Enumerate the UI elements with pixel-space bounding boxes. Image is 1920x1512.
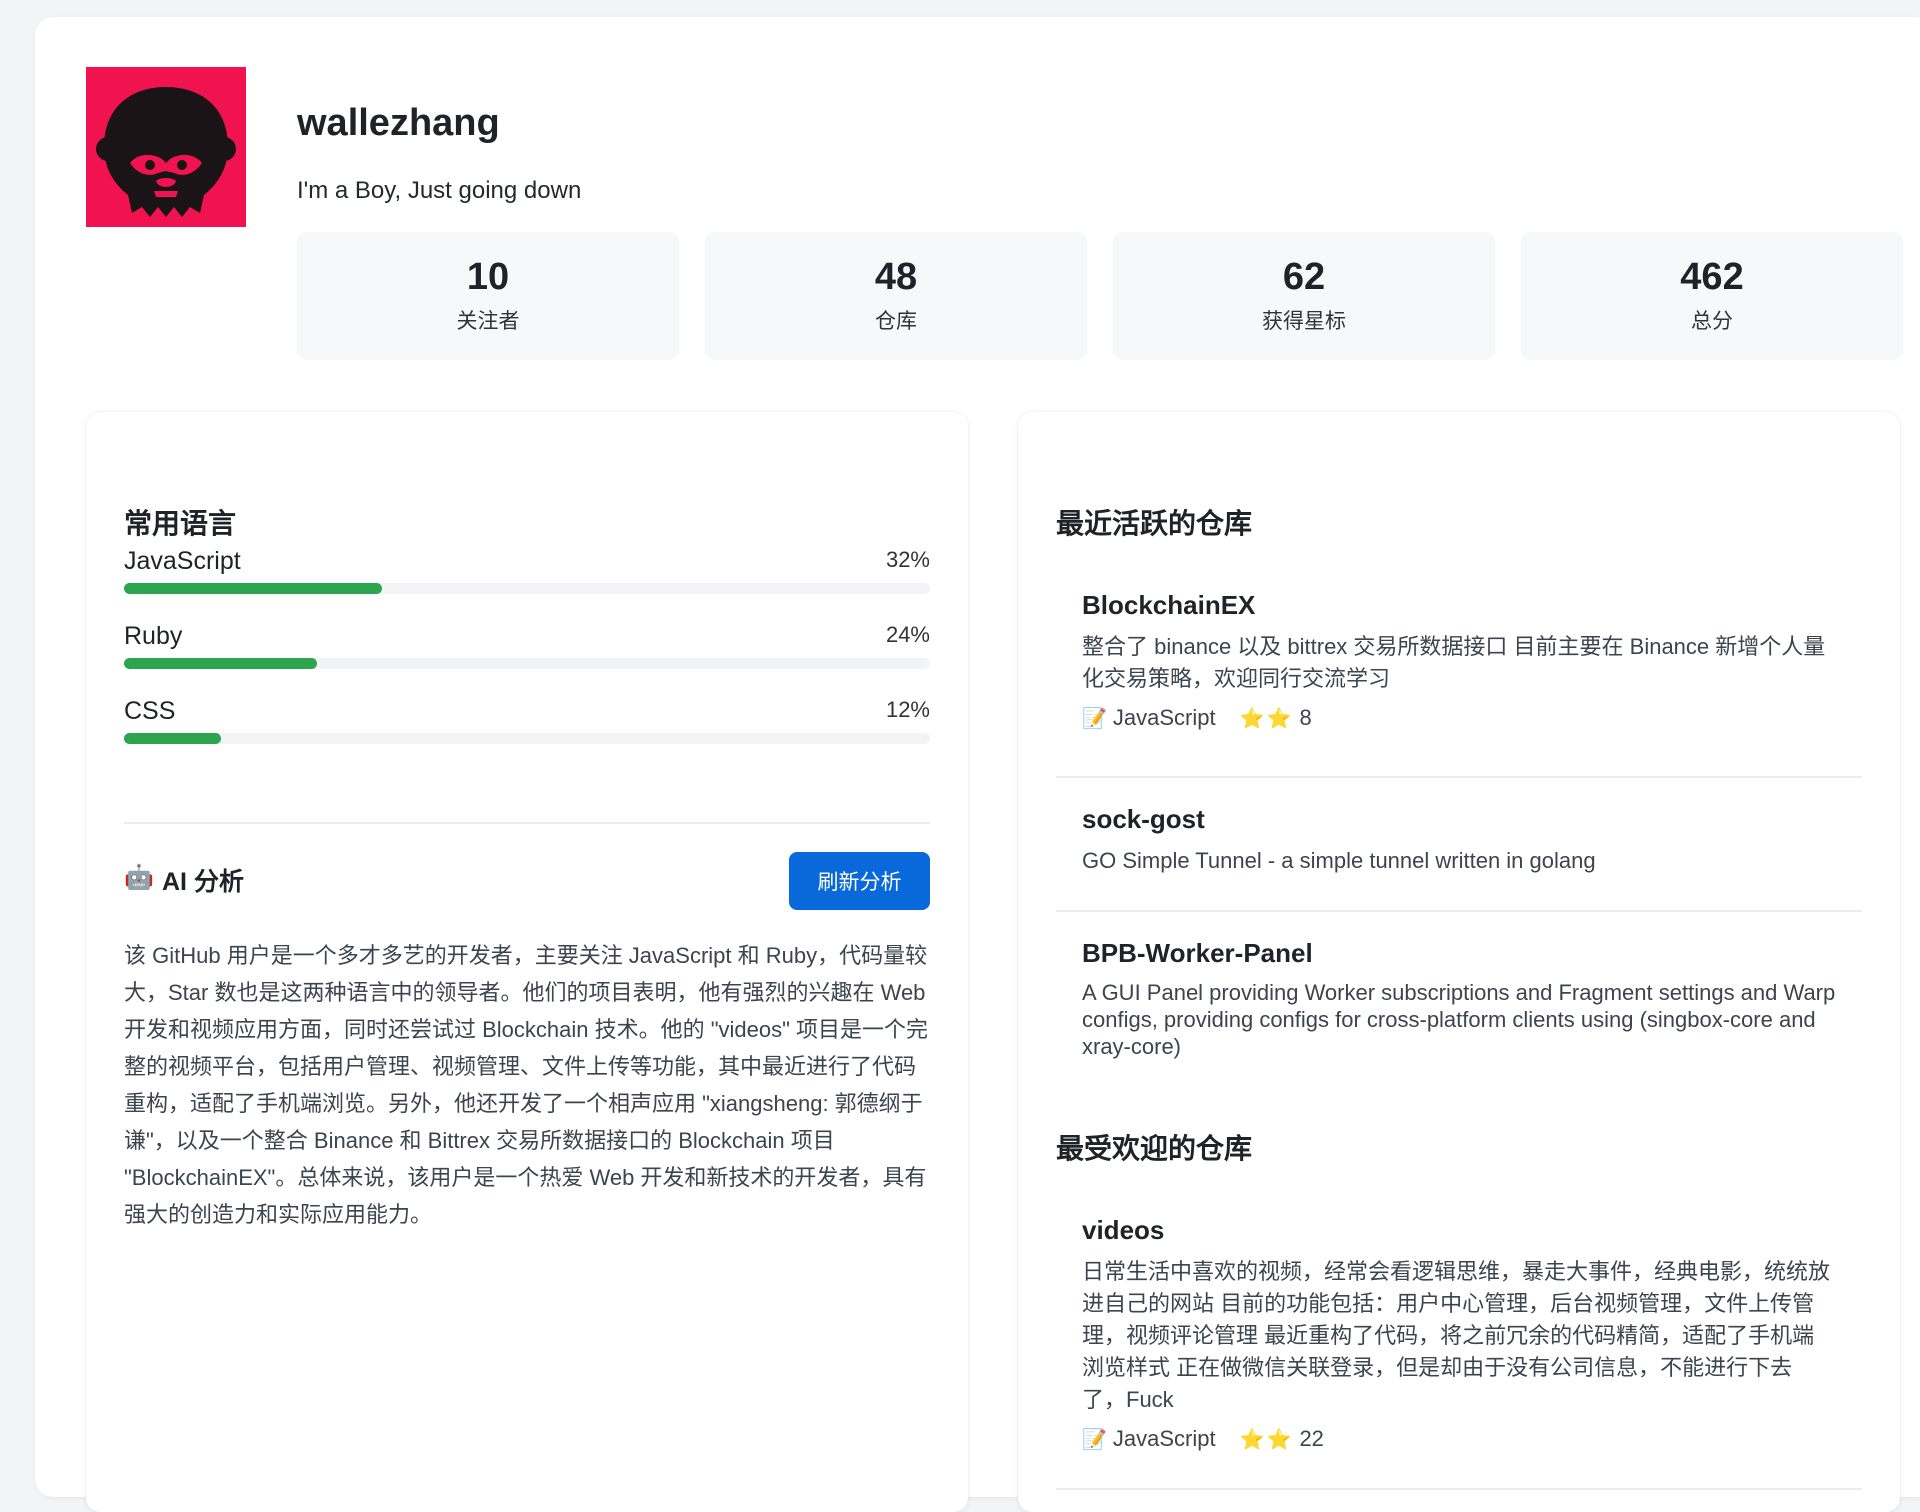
repo-meta: 📝 JavaScript ⭐⭐ 22: [1082, 1426, 1836, 1452]
language-bar-fill: [124, 658, 318, 669]
repo-star-count: 22: [1299, 1426, 1324, 1451]
stat-value: 48: [874, 256, 918, 299]
language-item: Ruby 24%: [124, 622, 930, 669]
recent-repos-title: 最近活跃的仓库: [1056, 508, 1253, 539]
username: wallezhang: [297, 102, 500, 144]
repo-item-blockchainex[interactable]: BlockchainEX 整合了 binance 以及 bittrex 交易所数…: [1056, 590, 1862, 778]
language-name: Ruby: [124, 622, 183, 650]
language-percent: 12%: [885, 697, 930, 722]
stat-repositories: 48 仓库: [705, 232, 1087, 360]
language-bar-track: [124, 658, 930, 669]
robot-icon: 🤖: [124, 864, 154, 891]
stat-value: 10: [466, 256, 510, 299]
stat-followers: 10 关注者: [297, 232, 679, 360]
stat-label: 获得星标: [1262, 309, 1346, 333]
language-item: JavaScript 32%: [124, 547, 930, 594]
repo-language: JavaScript: [1112, 705, 1216, 730]
repo-name[interactable]: videos: [1082, 1215, 1836, 1246]
stat-label: 总分: [1691, 309, 1733, 333]
repo-name[interactable]: BlockchainEX: [1082, 590, 1836, 621]
avatar[interactable]: [86, 67, 246, 227]
memo-icon: 📝: [1082, 707, 1107, 730]
repositories-card: 最近活跃的仓库 BlockchainEX 整合了 binance 以及 bitt…: [1018, 412, 1900, 1512]
repo-meta: 📝 JavaScript ⭐⭐ 8: [1082, 705, 1836, 731]
stat-stars-earned: 62 获得星标: [1113, 232, 1495, 360]
repo-description: 整合了 binance 以及 bittrex 交易所数据接口 目前主要在 Bin…: [1082, 634, 1826, 691]
recent-repo-list: BlockchainEX 整合了 binance 以及 bittrex 交易所数…: [1056, 590, 1862, 1060]
repo-name[interactable]: sock-gost: [1082, 804, 1836, 835]
language-percent: 32%: [885, 547, 930, 572]
language-percent: 24%: [885, 622, 930, 647]
repo-item-bpb-worker-panel[interactable]: BPB-Worker-Panel A GUI Panel providing W…: [1056, 912, 1862, 1060]
refresh-analysis-button[interactable]: 刷新分析: [789, 852, 930, 910]
star-icon: ⭐⭐: [1239, 1428, 1294, 1451]
language-list: JavaScript 32% Ruby 24% CSS 12%: [124, 547, 930, 772]
languages-card: 常用语言 JavaScript 32% Ruby 24% CSS 12% 🤖 A…: [86, 412, 968, 1512]
language-name: JavaScript: [124, 547, 241, 575]
language-bar-track: [124, 583, 930, 594]
languages-title: 常用语言: [124, 508, 237, 539]
user-bio: I'm a Boy, Just going down: [297, 177, 582, 204]
repo-language: JavaScript: [1112, 1426, 1216, 1451]
divider: [124, 822, 930, 824]
stat-value: 462: [1680, 256, 1744, 299]
monkey-skull-icon: [86, 67, 246, 227]
stat-label: 仓库: [875, 309, 917, 333]
repo-description: 日常生活中喜欢的视频，经常会看逻辑思维，暴走大事件，经典电影，统统放进自己的网站…: [1082, 1259, 1831, 1412]
language-name: CSS: [124, 697, 176, 725]
repo-item-videos[interactable]: videos 日常生活中喜欢的视频，经常会看逻辑思维，暴走大事件，经典电影，统统…: [1056, 1215, 1862, 1490]
ai-analysis-title: AI 分析: [162, 868, 244, 896]
stat-value: 62: [1282, 256, 1326, 299]
profile-page: wallezhang I'm a Boy, Just going down 10…: [35, 17, 1920, 1512]
popular-repo-list: videos 日常生活中喜欢的视频，经常会看逻辑思维，暴走大事件，经典电影，统统…: [1056, 1215, 1862, 1490]
repo-name[interactable]: BPB-Worker-Panel: [1082, 938, 1836, 969]
ai-analysis-text: 该 GitHub 用户是一个多才多艺的开发者，主要关注 JavaScript 和…: [124, 943, 929, 1227]
ai-analysis-header: 🤖 AI 分析 刷新分析: [124, 852, 930, 912]
language-item: CSS 12%: [124, 697, 930, 744]
language-bar-fill: [124, 733, 221, 744]
memo-icon: 📝: [1082, 1428, 1107, 1451]
star-icon: ⭐⭐: [1239, 707, 1294, 730]
stat-total-score: 462 总分: [1521, 232, 1903, 360]
repo-description: A GUI Panel providing Worker subscriptio…: [1082, 980, 1836, 1059]
repo-item-sock-gost[interactable]: sock-gost GO Simple Tunnel - a simple tu…: [1056, 778, 1862, 912]
language-bar-fill: [124, 583, 382, 594]
popular-repos-title: 最受欢迎的仓库: [1056, 1133, 1253, 1164]
language-bar-track: [124, 733, 930, 744]
repo-star-count: 8: [1299, 705, 1312, 730]
stat-label: 关注者: [456, 309, 520, 333]
stats-row: 10 关注者 48 仓库 62 获得星标 462 总分: [297, 232, 1903, 360]
repo-description: GO Simple Tunnel - a simple tunnel writt…: [1082, 848, 1596, 873]
